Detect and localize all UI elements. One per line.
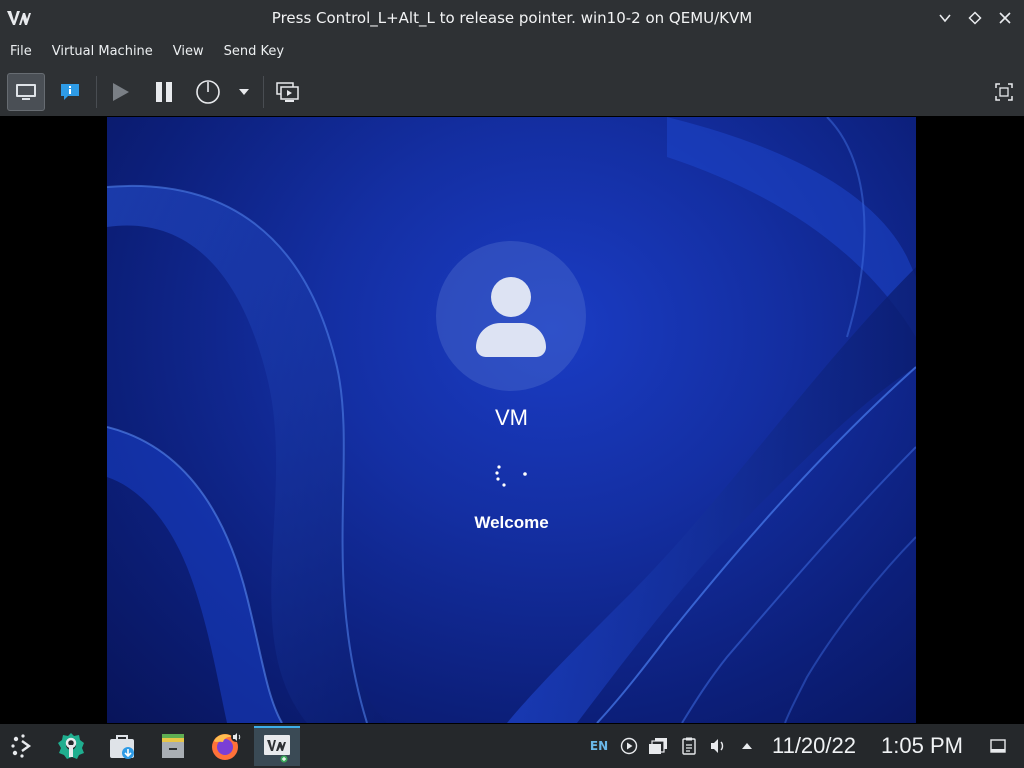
discover-store-button[interactable] xyxy=(99,726,145,766)
loading-spinner-icon xyxy=(495,465,527,487)
minimize-icon xyxy=(939,14,951,23)
toolbar-separator xyxy=(263,76,264,108)
volume-icon xyxy=(711,739,724,753)
keyboard-layout-label: EN xyxy=(589,739,609,753)
avatar-head xyxy=(491,277,531,317)
discover-store-icon xyxy=(110,735,134,759)
snapshots-button[interactable] xyxy=(269,73,307,111)
vm-display-area[interactable]: VM Welcome xyxy=(0,116,1024,724)
show-desktop-icon xyxy=(990,739,1006,753)
run-button[interactable] xyxy=(101,73,139,111)
info-icon xyxy=(61,84,79,100)
fullscreen-icon xyxy=(995,83,1013,101)
toolbar xyxy=(0,68,1024,116)
show-desktop-button[interactable] xyxy=(986,724,1010,768)
menu-file[interactable]: File xyxy=(0,36,42,68)
toolbar-separator xyxy=(96,76,97,108)
close-button[interactable] xyxy=(993,6,1017,30)
menubar: File Virtual Machine View Send Key xyxy=(0,36,1024,68)
play-icon xyxy=(113,83,129,101)
notes-button[interactable] xyxy=(677,724,701,768)
app-launcher-icon xyxy=(11,734,32,758)
menu-view[interactable]: View xyxy=(163,36,214,68)
maximize-button[interactable] xyxy=(963,6,987,30)
system-settings-button[interactable] xyxy=(48,726,94,766)
clipboard-icon xyxy=(649,738,667,754)
file-manager-button[interactable] xyxy=(150,726,196,766)
show-console-button[interactable] xyxy=(7,73,45,111)
virt-manager-task-button[interactable] xyxy=(254,726,300,766)
avatar-body xyxy=(476,323,546,357)
media-player-button[interactable] xyxy=(617,724,641,768)
taskbar: EN 11/20/22 1:05 PM xyxy=(0,724,1024,768)
virt-manager-task-icon xyxy=(264,735,290,763)
window-title: Press Control_L+Alt_L to release pointer… xyxy=(271,9,753,27)
chevron-down-icon xyxy=(239,89,249,95)
app-launcher-button[interactable] xyxy=(0,726,46,766)
window-titlebar: Press Control_L+Alt_L to release pointer… xyxy=(0,0,1024,36)
system-settings-icon xyxy=(58,733,84,759)
tray-expand-button[interactable] xyxy=(735,724,759,768)
menu-send-key[interactable]: Send Key xyxy=(214,36,294,68)
vm-screen[interactable]: VM Welcome xyxy=(107,117,916,723)
shutdown-button[interactable] xyxy=(189,73,227,111)
clock-time-label: 1:05 PM xyxy=(881,733,963,758)
menu-virtual-machine[interactable]: Virtual Machine xyxy=(42,36,163,68)
clock-date[interactable]: 11/20/22 xyxy=(762,724,866,768)
pause-icon xyxy=(156,82,172,102)
welcome-text: Welcome xyxy=(474,513,549,532)
firefox-icon xyxy=(212,732,241,760)
close-icon xyxy=(999,12,1011,24)
pause-button[interactable] xyxy=(145,73,183,111)
show-details-button[interactable] xyxy=(51,73,89,111)
shutdown-menu-button[interactable] xyxy=(230,73,258,111)
volume-button[interactable] xyxy=(706,724,730,768)
media-player-icon xyxy=(620,737,638,755)
file-manager-icon xyxy=(162,734,184,758)
minimize-button[interactable] xyxy=(933,6,957,30)
notes-icon xyxy=(682,737,696,755)
monitor-icon xyxy=(16,84,36,100)
clipboard-button[interactable] xyxy=(646,724,670,768)
keyboard-layout-indicator[interactable]: EN xyxy=(586,724,612,768)
clock-date-label: 11/20/22 xyxy=(771,733,856,758)
user-name: VM xyxy=(495,405,528,430)
tray-expand-icon xyxy=(742,743,752,749)
power-icon xyxy=(196,80,220,104)
user-avatar xyxy=(436,241,586,391)
clock-time[interactable]: 1:05 PM xyxy=(874,724,970,768)
snapshots-icon xyxy=(276,82,299,102)
firefox-button[interactable] xyxy=(203,726,249,766)
maximize-icon xyxy=(968,11,982,25)
fullscreen-button[interactable] xyxy=(985,73,1023,111)
